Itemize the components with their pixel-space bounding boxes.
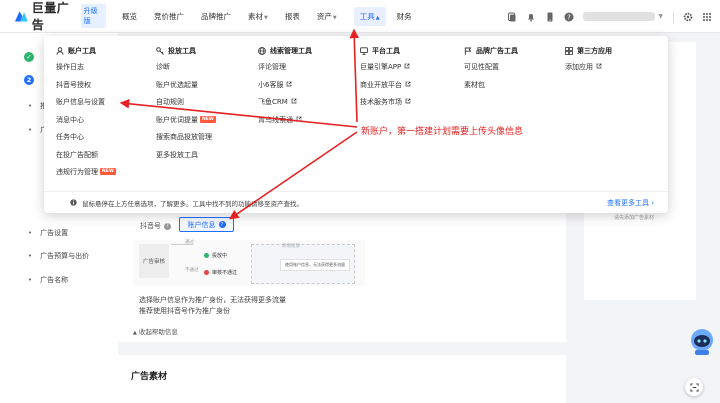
arrow-to-tools-menu [349, 28, 360, 123]
annotation-arrows [119, 28, 360, 220]
arrow-to-account-settings [119, 98, 358, 128]
arrow-to-account-info-chip [229, 131, 358, 220]
annotation-text: 新账户，第一搭建计划需要上传头像信息 [361, 127, 524, 137]
